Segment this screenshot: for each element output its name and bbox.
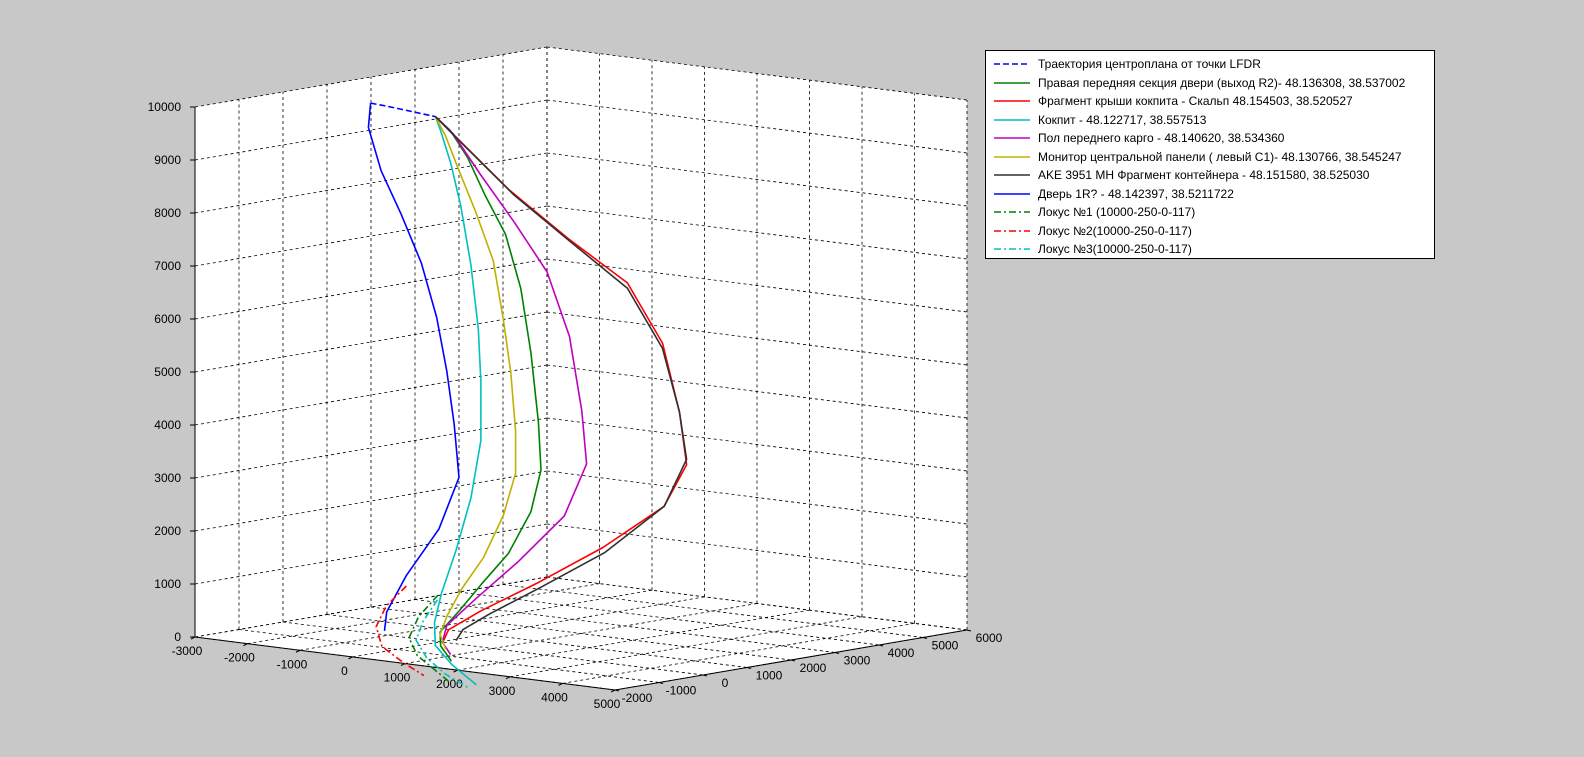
legend-swatch xyxy=(994,137,1030,140)
legend-item: Фрагмент крыши кокпита - Скальп 48.15450… xyxy=(986,92,1434,111)
y-tick-mark xyxy=(966,629,972,632)
x-tick-label: 3000 xyxy=(489,684,516,698)
z-tick-label: 7000 xyxy=(154,259,181,273)
legend-swatch xyxy=(994,211,1030,214)
legend-label: Локус №1 (10000-250-0-117) xyxy=(1038,205,1196,220)
y-tick-mark xyxy=(790,659,796,662)
y-tick-mark xyxy=(658,682,664,684)
legend-label: Локус №3(10000-250-0-117) xyxy=(1038,242,1192,257)
y-tick-label: 1000 xyxy=(756,669,783,683)
z-tick-label: 5000 xyxy=(154,365,181,379)
y-tick-label: 5000 xyxy=(932,639,959,653)
y-tick-label: 0 xyxy=(722,676,729,690)
y-tick-mark xyxy=(614,689,620,692)
legend-swatch xyxy=(994,81,1030,84)
x-tick-mark xyxy=(505,676,511,680)
x-tick-label: -3000 xyxy=(172,644,203,658)
y-tick-mark xyxy=(878,644,884,647)
x-tick-label: -1000 xyxy=(277,657,308,671)
legend: Траектория центроплана от точки LFDR Прав… xyxy=(985,50,1435,259)
legend-item: Локус №3(10000-250-0-117) xyxy=(986,240,1434,259)
axis-panes xyxy=(195,47,967,690)
legend-item: AKE 3951 MH Фрагмент контейнера - 48.151… xyxy=(986,166,1434,185)
legend-label: Дверь 1R? - 48.142397, 38.5211722 xyxy=(1038,186,1234,201)
legend-item: Дверь 1R? - 48.142397, 38.5211722 xyxy=(986,185,1434,204)
legend-label: AKE 3951 MH Фрагмент контейнера - 48.151… xyxy=(1038,168,1370,183)
legend-label: Правая передняя секция двери (выход R2)-… xyxy=(1038,75,1406,90)
legend-label: Фрагмент крыши кокпита - Скальп 48.15450… xyxy=(1038,94,1353,109)
x-tick-mark xyxy=(610,689,616,693)
legend-swatch xyxy=(994,118,1030,121)
y-tick-label: 6000 xyxy=(976,631,1003,645)
legend-item: Пол переднего карго - 48.140620, 38.5343… xyxy=(986,129,1434,148)
z-tick-label: 4000 xyxy=(154,418,181,432)
legend-label: Локус №2(10000-250-0-117) xyxy=(1038,223,1192,238)
y-tick-mark xyxy=(702,674,708,677)
legend-label: Монитор центральной панели ( левый С1)- … xyxy=(1038,149,1402,164)
legend-label: Пол переднего карго - 48.140620, 38.5343… xyxy=(1038,131,1285,146)
legend-swatch xyxy=(994,63,1030,66)
x-tick-label: 0 xyxy=(341,664,348,678)
legend-item: Правая передняя секция двери (выход R2)-… xyxy=(986,74,1434,93)
x-tick-mark xyxy=(453,669,458,673)
z-tick-label: 9000 xyxy=(154,153,181,167)
legend-swatch xyxy=(994,174,1030,177)
legend-swatch xyxy=(994,100,1030,103)
legend-swatch xyxy=(994,192,1030,195)
x-tick-label: 1000 xyxy=(384,671,411,685)
z-tick-label: 10000 xyxy=(148,100,182,114)
legend-item: Монитор центральной панели ( левый С1)- … xyxy=(986,148,1434,167)
legend-swatch xyxy=(994,229,1030,232)
z-tick-label: 3000 xyxy=(154,471,181,485)
z-tick-label: 1000 xyxy=(154,577,181,591)
legend-swatch xyxy=(994,248,1030,251)
y-tick-label: 4000 xyxy=(888,646,915,660)
x-tick-label: -2000 xyxy=(224,651,255,665)
x-tick-mark xyxy=(295,649,301,653)
x-tick-label: 2000 xyxy=(436,677,463,691)
z-tick-label: 2000 xyxy=(154,524,181,538)
z-tick-label: 0 xyxy=(174,630,181,644)
y-tick-label: 2000 xyxy=(800,661,827,675)
legend-label: Траектория центроплана от точки LFDR xyxy=(1038,57,1261,72)
z-tick-label: 8000 xyxy=(154,206,181,220)
legend-item: Траектория центроплана от точки LFDR xyxy=(986,55,1434,74)
x-tick-label: 4000 xyxy=(541,690,568,704)
y-tick-label: -1000 xyxy=(666,684,697,698)
legend-swatch xyxy=(994,155,1030,158)
legend-item: Кокпит - 48.122717, 38.557513 xyxy=(986,111,1434,130)
x-tick-mark xyxy=(558,682,563,686)
x-tick-mark xyxy=(243,643,248,647)
x-tick-mark xyxy=(348,656,353,660)
y-tick-label: -2000 xyxy=(622,691,653,705)
y-tick-mark xyxy=(746,667,752,669)
legend-item: Локус №1 (10000-250-0-117) xyxy=(986,203,1434,222)
y-tick-mark xyxy=(922,637,928,639)
y-tick-label: 3000 xyxy=(844,654,871,668)
legend-item: Локус №2(10000-250-0-117) xyxy=(986,222,1434,241)
legend-label: Кокпит - 48.122717, 38.557513 xyxy=(1038,112,1207,127)
z-tick-label: 6000 xyxy=(154,312,181,326)
y-tick-mark xyxy=(834,652,840,654)
x-tick-label: 5000 xyxy=(594,697,621,711)
